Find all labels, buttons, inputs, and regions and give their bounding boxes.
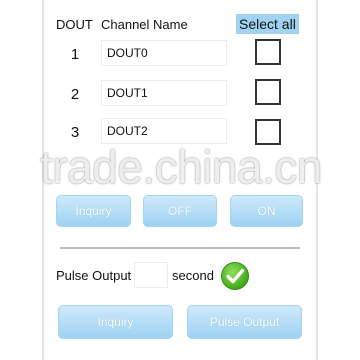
section-divider (60, 247, 300, 249)
on-button[interactable]: ON (230, 195, 303, 227)
dout-header: DOUT (56, 17, 93, 32)
second-unit-label: second (172, 268, 214, 283)
channel-number: 1 (70, 46, 80, 63)
channel-name-field[interactable] (101, 40, 227, 66)
channel-number: 2 (70, 86, 80, 103)
channel-checkbox[interactable] (255, 39, 281, 65)
check-circle-icon[interactable] (220, 261, 250, 291)
select-all-button[interactable]: Select all (236, 14, 299, 34)
inquiry-button[interactable]: Inquiry (56, 195, 131, 227)
channel-name-field[interactable] (101, 80, 227, 106)
pulse-output-button[interactable]: Pulse Output (187, 305, 302, 339)
pulse-output-label: Pulse Output (56, 268, 132, 283)
pulse-inquiry-button[interactable]: Inquiry (58, 305, 173, 339)
off-button[interactable]: OFF (143, 195, 217, 227)
pulse-duration-input[interactable] (134, 262, 168, 288)
channel-number: 3 (70, 124, 80, 141)
channel-checkbox[interactable] (255, 79, 281, 105)
channel-name-header: Channel Name (101, 17, 188, 32)
watermark: trade.china.cn (40, 141, 322, 193)
